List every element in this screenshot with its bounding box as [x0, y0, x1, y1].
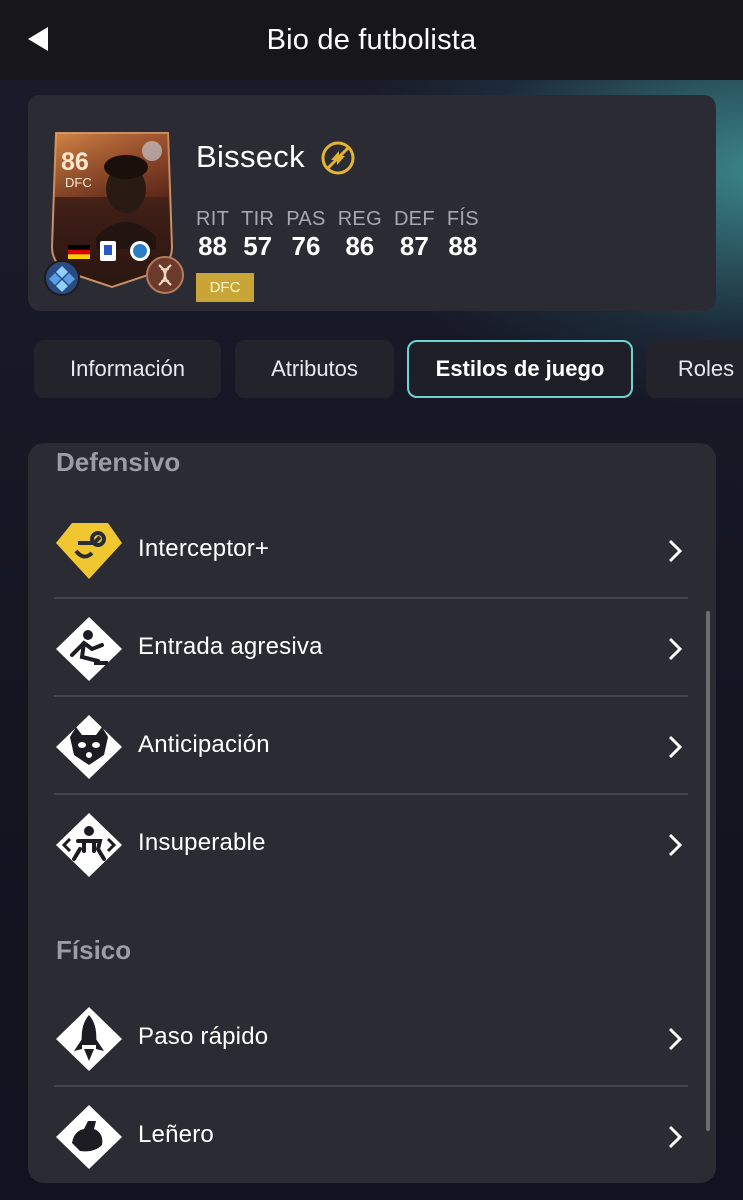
chevron-right-icon	[668, 735, 682, 759]
playstyle-label: Entrada agresiva	[138, 633, 323, 660]
list-item-anticipacion[interactable]: Anticipación	[54, 697, 688, 795]
chevron-right-icon	[668, 1027, 682, 1051]
player-stats: RIT 88 TIR 57 PAS 76 REG 86 DEF 87 FÍS 8…	[196, 208, 491, 262]
stat-value: 57	[243, 231, 273, 261]
back-arrow-icon[interactable]	[26, 26, 50, 52]
top-bar: Bio de futbolista	[0, 0, 743, 80]
tab-roles[interactable]: Roles	[646, 340, 743, 398]
evolution-badge-icon	[44, 260, 80, 296]
dna-chemistry-icon	[146, 256, 184, 294]
stat-label: TIR	[241, 208, 275, 230]
stat-value: 87	[399, 231, 429, 261]
tab-estilos-de-juego[interactable]: Estilos de juego	[407, 340, 633, 398]
position-badge: DFC	[196, 273, 254, 302]
stat-reg: REG 86	[338, 208, 382, 262]
stat-fis: FÍS 88	[447, 208, 479, 262]
stat-value: 76	[291, 231, 321, 261]
playstyle-label: Leñero	[138, 1121, 214, 1148]
list-item-lenero[interactable]: Leñero	[54, 1087, 688, 1183]
stat-def: DEF 87	[394, 208, 435, 262]
stat-rit: RIT 88	[196, 208, 229, 262]
stat-tir: TIR 57	[241, 208, 274, 262]
section-title-fisico: Físico	[56, 935, 132, 965]
page-title: Bio de futbolista	[266, 23, 477, 56]
playstyle-label: Paso rápido	[138, 1023, 269, 1050]
stat-label: FÍS	[446, 208, 479, 230]
stat-pas: PAS 76	[286, 208, 325, 262]
chevron-right-icon	[668, 833, 682, 857]
tab-informacion[interactable]: Información	[34, 340, 221, 398]
stat-value: 88	[448, 231, 478, 261]
insuperable-icon	[56, 813, 122, 877]
list-item-paso-rapido[interactable]: Paso rápido	[54, 989, 688, 1087]
stat-label: DEF	[393, 208, 435, 230]
quick-step-rocket-icon	[56, 1007, 122, 1071]
list-item-insuperable[interactable]: Insuperable	[54, 795, 688, 893]
list-scrollbar[interactable]	[706, 611, 710, 1131]
bruiser-arm-icon	[56, 1105, 122, 1169]
playstyle-label: Anticipación	[138, 731, 270, 758]
stat-label: RIT	[196, 208, 230, 230]
list-item-interceptor-plus[interactable]: Interceptor+	[54, 501, 688, 599]
tab-bar: Información Atributos Estilos de juego R…	[34, 340, 743, 398]
player-name: Bisseck	[196, 139, 305, 174]
chevron-right-icon	[668, 539, 682, 563]
chevron-right-icon	[668, 1125, 682, 1149]
playstyle-label: Interceptor+	[138, 535, 270, 562]
tab-atributos[interactable]: Atributos	[235, 340, 394, 398]
untradeable-icon	[321, 141, 355, 175]
list-item-entrada-agresiva[interactable]: Entrada agresiva	[54, 599, 688, 697]
stat-label: PAS	[286, 208, 326, 230]
player-summary-panel: 86 DFC Bisseck RIT 88 TIR 57 PAS 76 REG …	[28, 95, 716, 311]
chevron-right-icon	[668, 637, 682, 661]
section-title-defensivo: Defensivo	[56, 447, 181, 477]
playstyles-list: Defensivo Interceptor+ Entrada agresiva	[28, 443, 716, 1183]
playstyle-label: Insuperable	[138, 829, 266, 856]
stat-value: 88	[198, 231, 228, 261]
anticipate-raccoon-icon	[56, 715, 122, 779]
stat-value: 86	[345, 231, 375, 261]
card-position: DFC	[65, 175, 92, 190]
card-rating: 86	[61, 148, 89, 176]
aggressive-tackle-icon	[56, 617, 122, 681]
interceptor-plus-icon	[56, 523, 122, 579]
stat-label: REG	[337, 208, 382, 230]
